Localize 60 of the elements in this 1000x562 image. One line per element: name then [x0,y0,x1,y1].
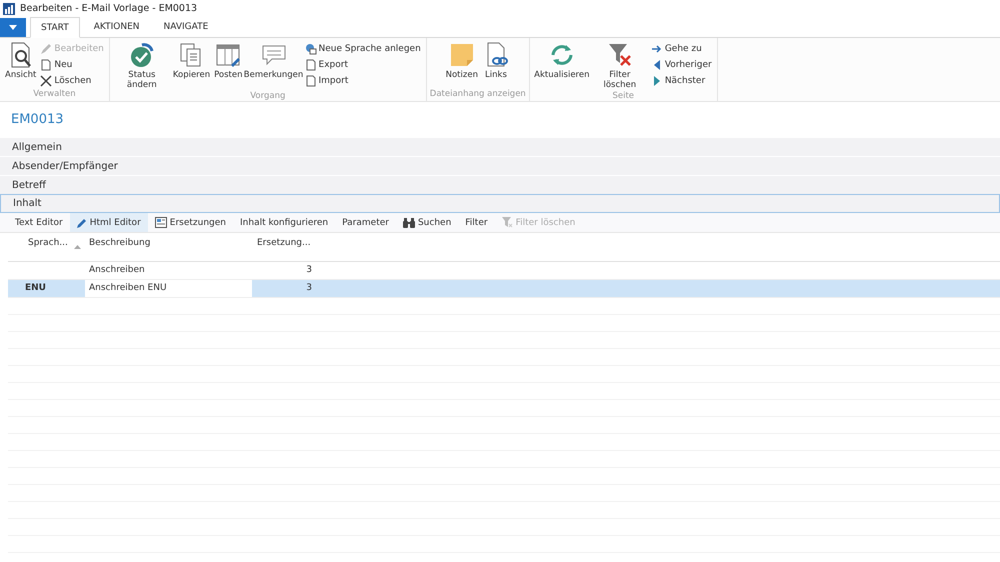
pencil-icon [76,218,87,228]
page-icon [304,75,317,87]
section-header[interactable]: Absender/Empfänger [0,156,1000,175]
sort-icon [74,245,81,249]
ribbon-button[interactable]: Neue Sprache anlegen [302,41,423,57]
ribbon-button[interactable]: Import [302,73,423,89]
ribbon-button[interactable]: Notizen [444,40,480,81]
group-label: Dateianhang anzeigen [430,89,526,100]
ribbon-tab[interactable]: START [30,17,80,38]
column-header[interactable]: Ersetzung... [252,238,312,248]
toolbar-button[interactable]: Text Editor [8,213,70,232]
table-cell-text: Anschreiben ENU [88,282,168,295]
delete-icon [40,75,52,87]
pencil-icon [40,43,52,55]
section-header[interactable]: Betreff [0,175,1000,194]
column-header[interactable]: Beschreibung [85,238,252,248]
ribbon-button[interactable]: Vorheriger [648,57,714,73]
ribbon-button[interactable]: Aktualisieren [532,40,591,81]
page-icon [40,59,52,71]
page-icon [304,59,317,71]
ribbon-button[interactable]: Bemerkungen [244,40,303,81]
ribbon-button[interactable]: Filter löschen [590,40,649,91]
binoculars-icon [402,218,415,228]
toolbar-button[interactable]: Ersetzungen [148,213,233,232]
section-header[interactable]: Allgemein [0,137,1000,156]
image-icon [154,217,167,228]
caret-icon [9,25,17,30]
column-header[interactable]: Sprach... [8,238,85,248]
ribbon-tab[interactable]: AKTIONEN [84,17,150,37]
ribbon-button[interactable]: Gehe zu [648,41,714,57]
group-label: Seite [612,91,634,101]
page-title: EM0013 [10,111,65,129]
ribbon-button[interactable]: Kopieren [170,40,212,81]
section-header[interactable]: Inhalt [0,194,1000,213]
toolbar-button[interactable]: Suchen [396,213,458,232]
group-label: Vorgang [250,91,286,101]
ribbon-button[interactable]: Export [302,57,423,73]
ribbon-button[interactable]: Status ändern [112,40,171,91]
globe-icon [304,43,317,55]
group-label: Verwalten [33,89,76,100]
ribbon-button[interactable]: Ansicht [3,40,38,81]
toolbar-button[interactable]: Parameter [335,213,396,232]
ribbon-button[interactable]: Neu [38,57,106,73]
ribbon-button[interactable]: Posten [212,40,245,81]
toolbar-button[interactable]: Filter [458,213,495,232]
app-icon [3,2,15,14]
ribbon-button[interactable]: Nächster [648,73,714,89]
ribbon-tab[interactable]: NAVIGATE [154,17,218,37]
menu-button[interactable] [0,18,26,37]
toolbar-button[interactable]: Inhalt konfigurieren [233,213,336,232]
ribbon-button[interactable]: Löschen [38,73,106,89]
table-cell-text: 3 [305,264,312,277]
toolbar-button[interactable]: Html Editor [70,213,148,232]
table-cell-text: Anschreiben [88,264,146,277]
table-cell: 3 [252,280,312,297]
arrow-icon [650,43,663,55]
window-title: Bearbeiten - E-Mail Vorlage - EM0013 [20,3,198,14]
filter-clear-icon [502,217,513,228]
ribbon-button[interactable]: Links [480,40,512,81]
table-cell: ENU [8,280,85,297]
